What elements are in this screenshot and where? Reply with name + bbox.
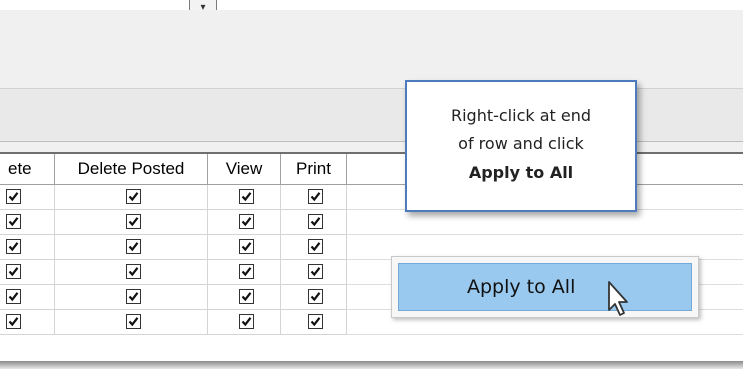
- checkmark-icon: [241, 292, 252, 302]
- checkmark-icon: [128, 317, 139, 327]
- checkbox-delete-posted[interactable]: [126, 214, 141, 229]
- checkmark-icon: [8, 242, 19, 252]
- callout-line-2: of row and click: [458, 134, 584, 153]
- checkmark-icon: [8, 192, 19, 202]
- cell-view: [208, 285, 281, 310]
- checkbox-delete-posted[interactable]: [126, 239, 141, 254]
- checkmark-icon: [241, 192, 252, 202]
- checkmark-icon: [128, 242, 139, 252]
- checkmark-icon: [8, 217, 19, 227]
- instruction-callout: Right-click at end of row and click Appl…: [405, 80, 637, 212]
- cell-print: [281, 310, 347, 335]
- checkbox-print[interactable]: [308, 264, 323, 279]
- cell-view: [208, 185, 281, 210]
- cell-print: [281, 210, 347, 235]
- checkmark-icon: [310, 192, 321, 202]
- checkmark-icon: [241, 317, 252, 327]
- cell-delete-posted: [55, 310, 208, 335]
- grid-bottom-edge: [0, 361, 743, 369]
- checkmark-icon: [128, 292, 139, 302]
- checkbox-view[interactable]: [239, 239, 254, 254]
- checkbox-print[interactable]: [308, 189, 323, 204]
- checkbox-view[interactable]: [239, 314, 254, 329]
- cell-delete: [0, 185, 55, 210]
- cell-delete: [0, 235, 55, 260]
- checkmark-icon: [8, 292, 19, 302]
- checkbox-print[interactable]: [308, 239, 323, 254]
- form-panel: [0, 10, 743, 90]
- checkbox-delete[interactable]: [6, 189, 21, 204]
- callout-line-1: Right-click at end: [450, 106, 592, 125]
- cell-print: [281, 260, 347, 285]
- cell-delete-posted: [55, 210, 208, 235]
- checkmark-icon: [310, 292, 321, 302]
- checkmark-icon: [128, 192, 139, 202]
- table-row[interactable]: [0, 210, 347, 235]
- checkbox-delete-posted[interactable]: [126, 314, 141, 329]
- cell-delete-posted: [55, 235, 208, 260]
- column-header-delete[interactable]: ete: [0, 154, 55, 185]
- checkmark-icon: [310, 267, 321, 277]
- cell-print: [281, 235, 347, 260]
- checkmark-icon: [241, 217, 252, 227]
- checkbox-delete[interactable]: [6, 239, 21, 254]
- checkbox-view[interactable]: [239, 289, 254, 304]
- callout-line-3: Apply to All: [468, 163, 574, 182]
- checkmark-icon: [8, 267, 19, 277]
- checkmark-icon: [128, 217, 139, 227]
- cell-view: [208, 260, 281, 285]
- table-row[interactable]: [0, 285, 347, 310]
- checkbox-print[interactable]: [308, 214, 323, 229]
- checkmark-icon: [310, 242, 321, 252]
- checkmark-icon: [310, 217, 321, 227]
- apply-to-all-menu-item[interactable]: Apply to All: [398, 263, 692, 311]
- checkbox-view[interactable]: [239, 189, 254, 204]
- cell-print: [281, 185, 347, 210]
- checkmark-icon: [241, 267, 252, 277]
- cell-delete-posted: [55, 185, 208, 210]
- cell-delete: [0, 260, 55, 285]
- checkmark-icon: [8, 317, 19, 327]
- checkbox-view[interactable]: [239, 214, 254, 229]
- table-row[interactable]: [0, 310, 347, 335]
- checkbox-delete[interactable]: [6, 314, 21, 329]
- checkbox-delete[interactable]: [6, 264, 21, 279]
- column-header-delete-posted[interactable]: Delete Posted: [55, 154, 208, 185]
- row-divider: [347, 234, 743, 235]
- cell-view: [208, 310, 281, 335]
- checkbox-print[interactable]: [308, 289, 323, 304]
- cell-view: [208, 235, 281, 260]
- cell-print: [281, 285, 347, 310]
- checkbox-delete-posted[interactable]: [126, 189, 141, 204]
- checkbox-delete[interactable]: [6, 289, 21, 304]
- checkbox-view[interactable]: [239, 264, 254, 279]
- column-header-print[interactable]: Print: [281, 154, 347, 185]
- checkbox-delete[interactable]: [6, 214, 21, 229]
- table-row[interactable]: [0, 235, 347, 260]
- checkbox-delete-posted[interactable]: [126, 289, 141, 304]
- cell-delete: [0, 210, 55, 235]
- cell-view: [208, 210, 281, 235]
- context-menu: Apply to All: [391, 256, 699, 318]
- checkbox-delete-posted[interactable]: [126, 264, 141, 279]
- cell-delete-posted: [55, 285, 208, 310]
- arrow-cursor-icon: [607, 280, 631, 323]
- checkbox-print[interactable]: [308, 314, 323, 329]
- table-row[interactable]: [0, 260, 347, 285]
- cell-delete-posted: [55, 260, 208, 285]
- checkmark-icon: [310, 317, 321, 327]
- column-header-view[interactable]: View: [208, 154, 281, 185]
- cell-delete: [0, 310, 55, 335]
- table-row[interactable]: [0, 185, 347, 210]
- checkmark-icon: [128, 267, 139, 277]
- cell-delete: [0, 285, 55, 310]
- row-divider: [347, 334, 743, 335]
- checkmark-icon: [241, 242, 252, 252]
